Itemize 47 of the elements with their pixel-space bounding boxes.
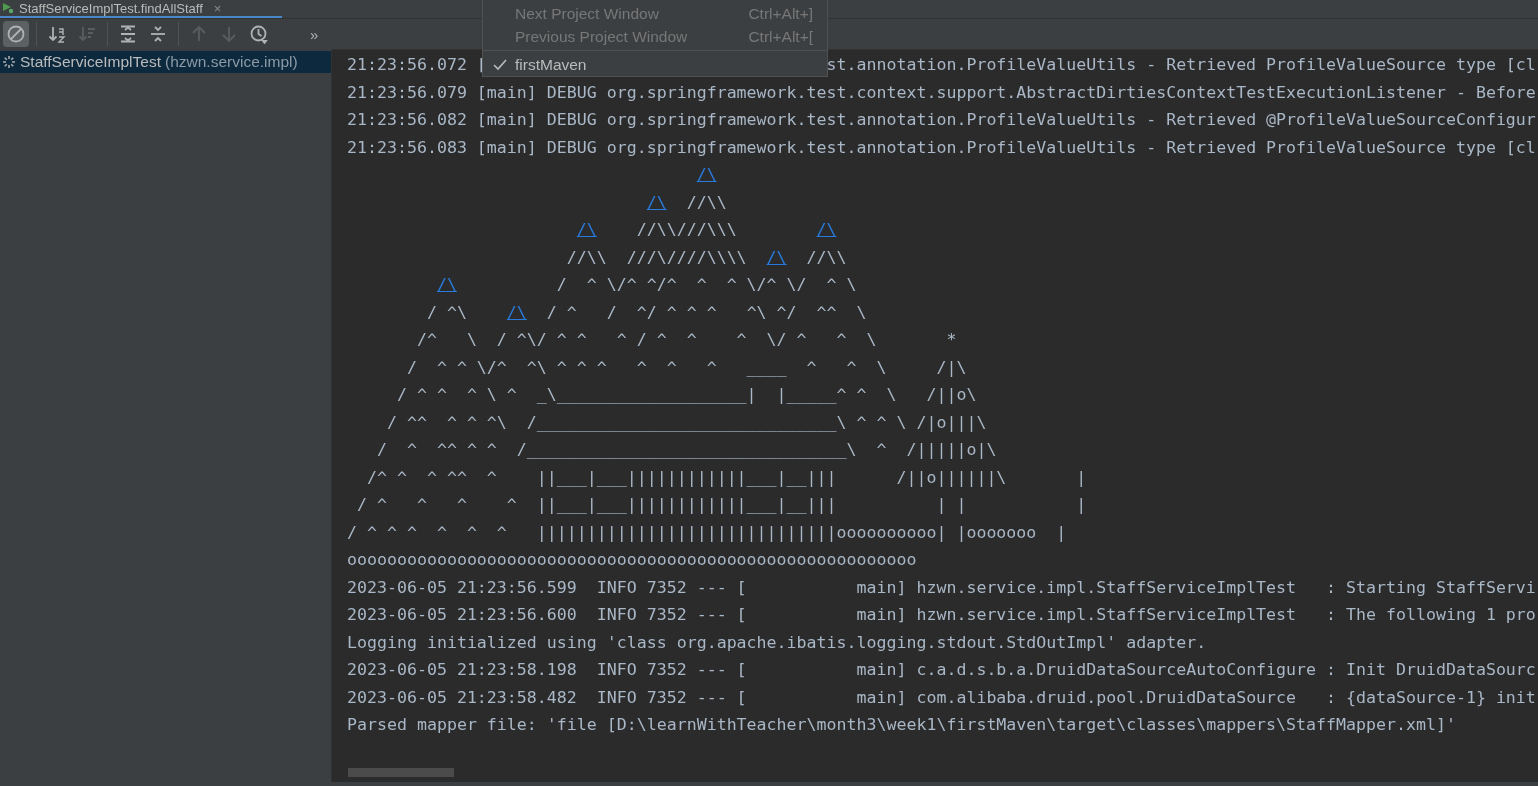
log-line: 2023-06-05 21:23:58.482 INFO 7352 --- [ main] com.alibaba.druid.pool.DruidDataSource : {dataSource-1} init	[347, 687, 1536, 707]
banner-art-text: / ^ ^^ ^ ^ /________________________________\ ^ /|||||o|\	[375, 440, 997, 459]
log-line: Parsed mapper file: 'file [D:\learnWithTeacher\month3\week1\firstMaven\target\classes\mappers\StaffMapper.xml]'	[347, 715, 1456, 734]
more-toolbar-button[interactable]: »	[310, 25, 319, 43]
log-line: 21:23:56.083 [main] DEBUG org.springframework.test.annotation.ProfileValueUtils - Retrieved ProfileValueSource type [cl	[347, 137, 1536, 157]
banner-art-text: / ^\	[425, 302, 468, 322]
banner-art-text: / ^ ^ ^ ^ ||___|___||||||||||||___|__||| | | |	[356, 495, 1087, 514]
banner-link[interactable]: /\	[506, 302, 527, 322]
circle-slash-icon[interactable]	[3, 21, 29, 47]
banner-art-text: / ^ / ^/ ^ ^ ^ ^\ ^/ ^^ \	[545, 302, 867, 322]
banner-art-text: / ^ ^ ^ \ ^ _\___________________| |_____^ ^ \ /||o\	[395, 385, 977, 404]
banner-link[interactable]: /\	[816, 220, 837, 239]
banner-art-text: //\\ ///\////\\\\	[565, 247, 748, 267]
banner-art-text: //\\	[685, 192, 727, 212]
log-line: 2023-06-05 21:23:56.600 INFO 7352 --- [ main] hzwn.service.impl.StaffServiceImplTest : The following 1 pro	[347, 605, 1536, 624]
banner-art-text: //\\///\\\	[635, 220, 738, 239]
banner-art-text: /^ ^ ^ ^^ ^ ||___|___||||||||||||___|__||| /||o||||||\ |	[365, 467, 1087, 487]
close-tab-button[interactable]: ×	[213, 0, 222, 16]
banner-link[interactable]: /\	[696, 165, 717, 184]
log-line: Logging initialized using 'class org.apache.ibatis.logging.stdout.StdOutImpl' adapter.	[347, 632, 1207, 652]
log-line: st.annotation.ProfileValueUtils - Retrieved ProfileValueSource type [cl	[826, 55, 1536, 74]
menu-shortcut: Ctrl+Alt+]	[748, 4, 813, 23]
banner-art-text: / ^ \/^ ^/^ ^ ^ \/^ \/ ^ \	[555, 275, 857, 294]
banner-art-text: ooooooooooooooooooooooooooooooooooooooooooooooooooooooooo	[347, 550, 917, 569]
scrollbar-thumb[interactable]	[348, 768, 454, 777]
run-tab-title: StaffServiceImplTest.findAllStaff	[19, 0, 203, 16]
test-package-name: (hzwn.service.impl)	[165, 53, 298, 71]
banner-link[interactable]: /\	[436, 275, 457, 294]
check-icon	[493, 58, 507, 71]
banner-link[interactable]: /\	[646, 192, 667, 212]
banner-art-text: / ^^ ^ ^ ^\ /______________________________\ ^ ^ \ /|o|||\	[385, 412, 987, 432]
run-icon	[2, 2, 14, 14]
menu-shortcut: Ctrl+Alt+[	[748, 27, 813, 46]
log-line: 2023-06-05 21:23:58.198 INFO 7352 --- [ main] c.a.d.s.b.a.DruidDataSourceAutoConfigure : Init DruidDataSourc	[347, 660, 1536, 679]
banner-art-text: //\\	[805, 247, 847, 267]
banner-art-text: / ^ ^ \/^ ^\ ^ ^ ^ ^ ^ ^ ____ ^ ^ \ /|\	[405, 357, 967, 377]
banner-art-text: /^ \ / ^\/ ^ ^ ^ / ^ ^ ^ \/ ^ ^ \ *	[415, 330, 957, 349]
log-line: 2023-06-05 21:23:56.599 INFO 7352 --- [ main] hzwn.service.impl.StaffServiceImplTest : Starting StaffServi	[347, 577, 1536, 597]
banner-link[interactable]: /\	[766, 247, 787, 267]
log-line: 21:23:56.082 [main] DEBUG org.springframework.test.annotation.ProfileValueUtils - Retrieved @ProfileValueSourceConfigur	[347, 110, 1536, 129]
test-class-name: StaffServiceImplTest	[20, 53, 161, 71]
banner-link[interactable]: /\	[576, 220, 597, 239]
test-tree-item[interactable]: StaffServiceImplTest (hzwn.service.impl)	[0, 51, 331, 73]
banner-art-text: / ^ ^ ^ ^ ^ ^ ||||||||||||||||||||||||||||||oooooooooo| |ooooooo |	[347, 522, 1067, 542]
log-line: 21:23:56.079 [main] DEBUG org.springframework.test.context.support.AbstractDirtiesContextTestExecutionListener - Before	[347, 82, 1536, 102]
menu-item[interactable]: firstMaven	[483, 53, 827, 76]
run-tab[interactable]: StaffServiceImplTest.findAllStaff ×	[0, 0, 282, 18]
